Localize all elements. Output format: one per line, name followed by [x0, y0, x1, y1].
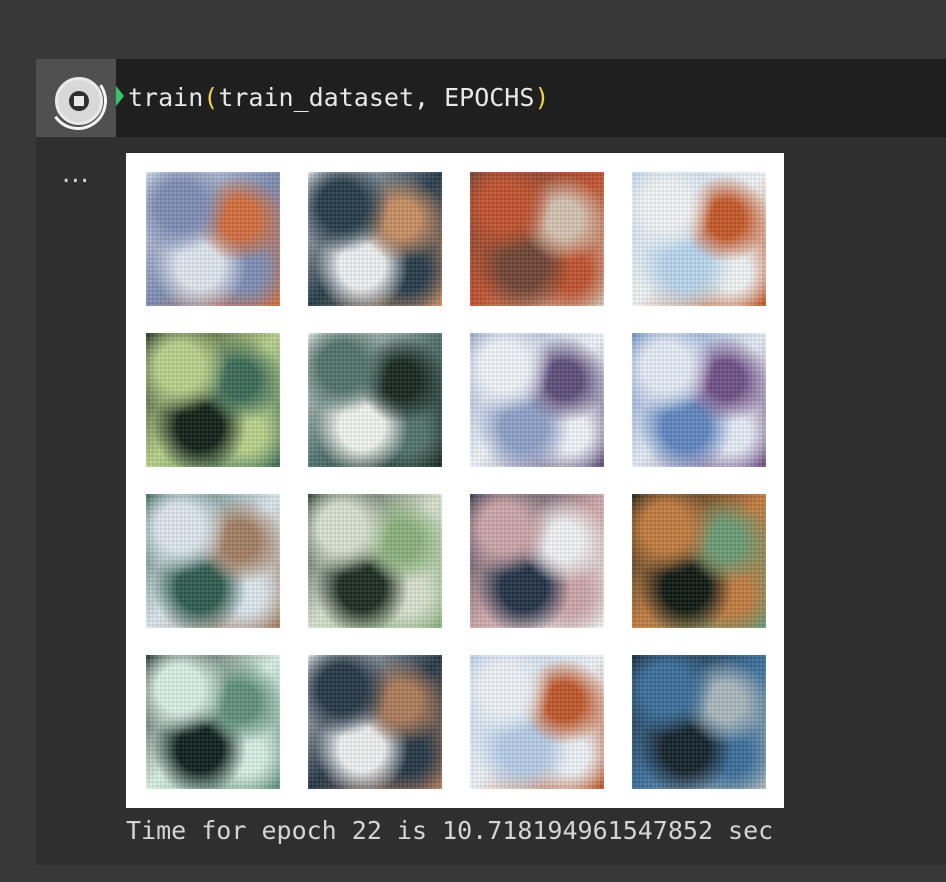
generated-image-tile: [308, 333, 442, 467]
generated-image-tile: [146, 655, 280, 789]
generated-image-tile: [470, 333, 604, 467]
code-close-paren: ): [534, 83, 550, 112]
generated-image-tile: [632, 494, 766, 628]
generated-image-tile: [632, 333, 766, 467]
execution-marker-icon: [116, 86, 124, 106]
code-editor[interactable]: train(train_dataset, EPOCHS): [116, 59, 946, 137]
code-function: train: [128, 83, 204, 112]
generated-image-tile: [146, 333, 280, 467]
generated-image-tile: [146, 494, 280, 628]
notebook-code-cell: train(train_dataset, EPOCHS) ... Time fo…: [36, 59, 946, 865]
generated-image-tile: [632, 172, 766, 306]
cell-above-text-strip: [0, 0, 946, 14]
stop-icon: [74, 96, 84, 106]
epoch-time-output: Time for epoch 22 is 10.718194961547852 …: [126, 816, 774, 845]
generated-image-tile: [470, 655, 604, 789]
code-line[interactable]: train(train_dataset, EPOCHS): [128, 83, 549, 112]
generated-image-tile: [308, 655, 442, 789]
code-open-paren: (: [203, 83, 219, 112]
output-image-grid: [126, 153, 784, 808]
generated-image-tile: [470, 172, 604, 306]
code-args: train_dataset, EPOCHS: [218, 83, 535, 112]
generated-image-tile: [308, 172, 442, 306]
generated-image-tile: [146, 172, 280, 306]
output-menu-icon[interactable]: ...: [62, 161, 90, 187]
generated-image-tile: [632, 655, 766, 789]
generated-image-tile: [470, 494, 604, 628]
generated-image-tile: [308, 494, 442, 628]
